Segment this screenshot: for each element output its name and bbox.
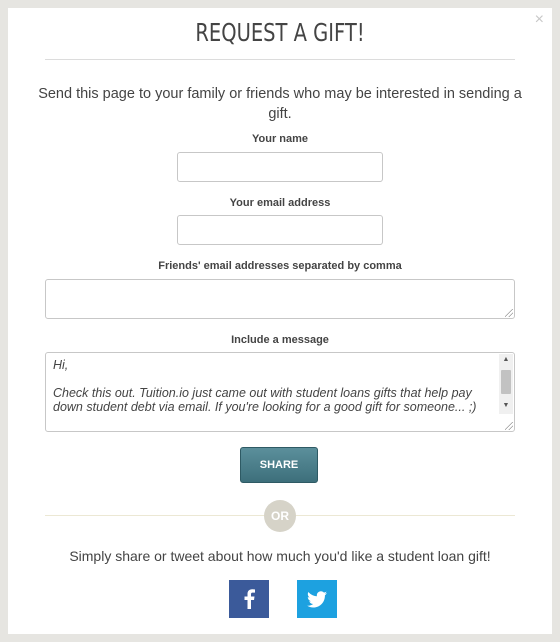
request-gift-modal: × REQUEST A GIFT! Send this page to your…: [8, 8, 552, 634]
friends-emails-label: Friends' email addresses separated by co…: [158, 260, 402, 272]
or-badge: OR: [264, 500, 296, 532]
message-textarea[interactable]: Hi, Check this out. Tuition.io just came…: [45, 352, 515, 432]
email-label: Your email address: [229, 197, 331, 209]
name-input[interactable]: [177, 152, 383, 182]
twitter-share-button[interactable]: [297, 580, 337, 618]
intro-text: Send this page to your family or friends…: [38, 86, 522, 122]
share-button[interactable]: SHARE: [240, 447, 318, 483]
message-scrollbar[interactable]: ▲ ▼: [499, 354, 513, 414]
modal-title: REQUEST A GIFT!: [195, 18, 365, 47]
scroll-up-icon[interactable]: ▲: [499, 354, 513, 366]
email-input[interactable]: [177, 215, 383, 245]
name-label: Your name: [251, 133, 309, 145]
friends-emails-textarea[interactable]: [45, 279, 515, 319]
facebook-share-button[interactable]: [229, 580, 269, 618]
message-label: Include a message: [231, 334, 329, 346]
facebook-icon: [244, 589, 255, 609]
scroll-down-icon[interactable]: ▼: [499, 400, 513, 412]
message-text: Hi, Check this out. Tuition.io just came…: [53, 358, 477, 414]
title-divider: [45, 59, 515, 60]
resize-handle[interactable]: [505, 309, 513, 317]
social-share-text: Simply share or tweet about how much you…: [69, 548, 491, 564]
twitter-icon: [307, 590, 327, 607]
resize-handle[interactable]: [505, 422, 513, 430]
close-icon[interactable]: ×: [535, 10, 544, 30]
scroll-thumb[interactable]: [501, 370, 511, 394]
